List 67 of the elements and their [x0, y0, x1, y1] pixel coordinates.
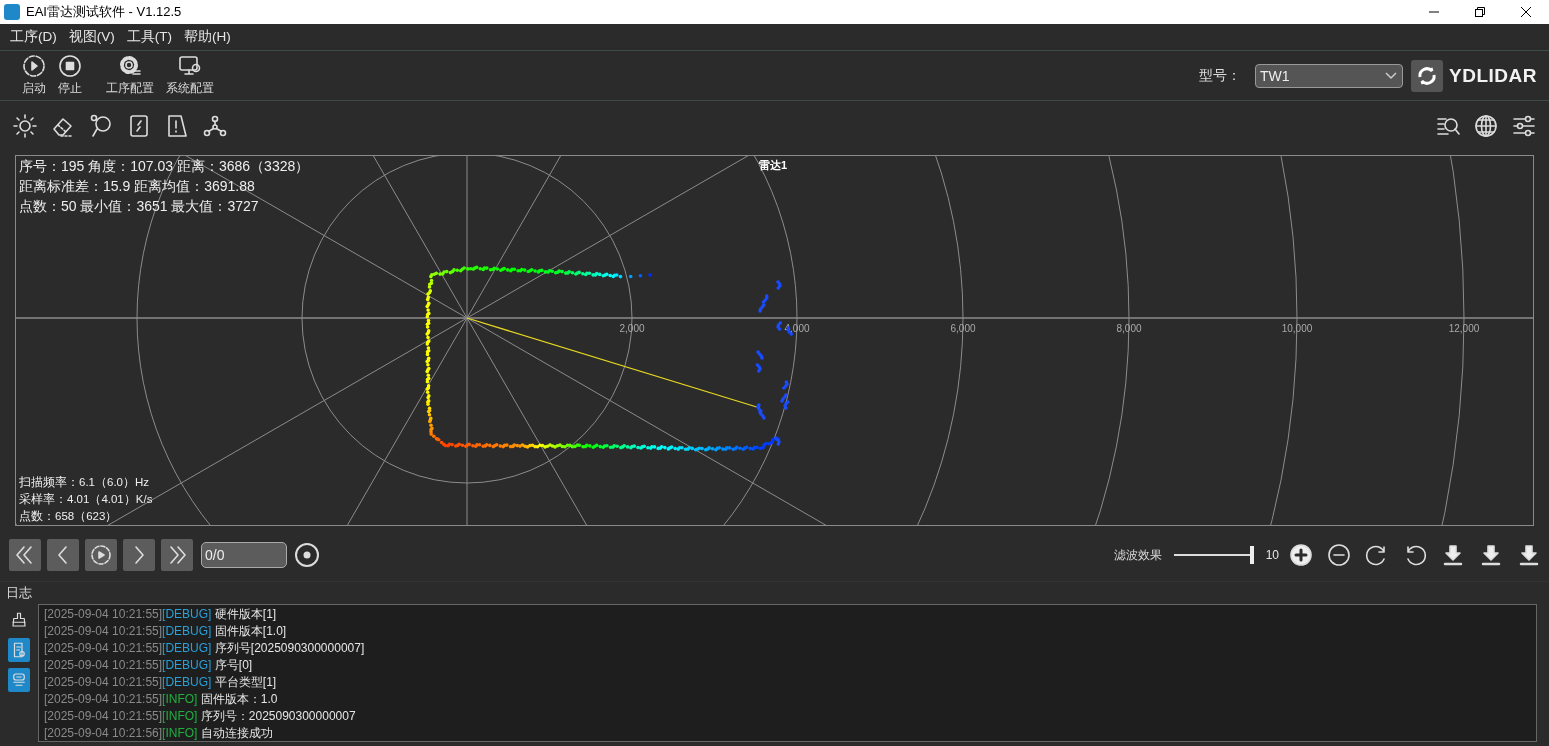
stop-icon: [58, 54, 82, 78]
filter-label: 滤波效果: [1113, 546, 1162, 564]
measurement-text: 点数：50 最小值：3651 最大值：3727: [19, 197, 260, 216]
log-line: [2025-09-04 10:21:55][DEBUG] 序列号[2025090300000007]: [44, 640, 366, 657]
playback-button[interactable]: [161, 539, 193, 571]
brightness-icon[interactable]: [13, 114, 37, 138]
slider-thumb[interactable]: [1249, 546, 1254, 564]
chevron-down-icon: [1384, 70, 1399, 81]
log-line: [2025-09-04 10:21:55][INFO] 固件版本：1.0: [44, 691, 279, 708]
range-label: 10,000: [1281, 323, 1313, 334]
stats-text: 点数：658（623）: [19, 509, 119, 524]
download-icon[interactable]: [1441, 543, 1465, 567]
process-tool-button[interactable]: 工序配置: [106, 54, 154, 97]
record-icon[interactable]: [293, 541, 321, 569]
model-dropdown[interactable]: TW1: [1255, 63, 1404, 88]
log-line: [2025-09-04 10:21:56][INFO] 自动连接成功: [44, 725, 274, 741]
refresh-icon: [1416, 64, 1439, 87]
range-label: 6,000: [950, 323, 976, 334]
log-line: [2025-09-04 10:21:55][INFO] 序列号：2025090300000007: [44, 708, 357, 725]
process-icon: [118, 54, 142, 78]
lasso-icon[interactable]: [89, 114, 113, 138]
stop-tool-button[interactable]: 停止: [58, 54, 82, 97]
stats-text: 采样率：4.01（4.01）K/s: [19, 492, 153, 507]
warning-box-icon[interactable]: [165, 114, 189, 138]
menu-item[interactable]: 帮助(H): [178, 28, 237, 46]
start-icon: [22, 54, 46, 78]
range-label: 12,000: [1448, 323, 1480, 334]
log-line: [2025-09-04 10:21:55][DEBUG] 硬件版本[1]: [44, 606, 278, 623]
stats-text: 扫描频率：6.1（6.0）Hz: [19, 475, 151, 490]
plot-title: 雷达1: [759, 158, 788, 173]
download-icon[interactable]: [1517, 543, 1541, 567]
measurement-text: 序号：195 角度：107.03 距离：3686（3328）: [19, 157, 310, 176]
maximize-icon[interactable]: [1474, 6, 1486, 18]
plus-icon[interactable]: [1289, 543, 1313, 567]
menu-item[interactable]: 工具(T): [120, 28, 178, 46]
playback-button[interactable]: [47, 539, 79, 571]
clear-icon: [10, 611, 28, 629]
download-icon[interactable]: [1479, 543, 1503, 567]
frame-input-field[interactable]: 0/0: [201, 542, 287, 568]
menu-item[interactable]: 视图(V): [62, 28, 121, 46]
measurement-text: 距离标准差：15.9 距离均值：3691.88: [19, 177, 256, 196]
log-line: [2025-09-04 10:21:55][DEBUG] 序号[0]: [44, 657, 254, 674]
log-line: [2025-09-04 10:21:55][DEBUG] 平台类型[1]: [44, 674, 278, 691]
play-icon: [89, 543, 113, 567]
system-icon: [178, 54, 202, 78]
log-line: [2025-09-04 10:21:55][DEBUG] 固件版本[1.0]: [44, 623, 288, 640]
filter-value: 10: [1265, 548, 1279, 562]
app-logo-icon: [4, 4, 20, 20]
slash-box-icon[interactable]: [127, 114, 151, 138]
brand-logo: YDLIDAR: [1449, 64, 1537, 87]
menu-item[interactable]: 工序(D): [4, 28, 63, 46]
sliders-icon[interactable]: [1512, 114, 1536, 138]
log-title: 日志: [5, 584, 33, 602]
playback-button[interactable]: [85, 539, 117, 571]
device-icon: [10, 671, 28, 689]
close-icon[interactable]: [1520, 6, 1532, 18]
range-label: 8,000: [1116, 323, 1142, 334]
playback-button[interactable]: [9, 539, 41, 571]
start-tool-button[interactable]: 启动: [22, 54, 46, 97]
refresh-button[interactable]: [1411, 59, 1444, 92]
network-icon[interactable]: [203, 114, 227, 138]
globe-icon[interactable]: [1474, 114, 1498, 138]
window-title: EAI雷达测试软件 - V1.12.5: [26, 3, 182, 21]
system-tool-button[interactable]: 系统配置: [166, 54, 214, 97]
minus-icon[interactable]: [1327, 543, 1351, 567]
model-label: 型号：: [1199, 66, 1242, 85]
playback-button[interactable]: [123, 539, 155, 571]
